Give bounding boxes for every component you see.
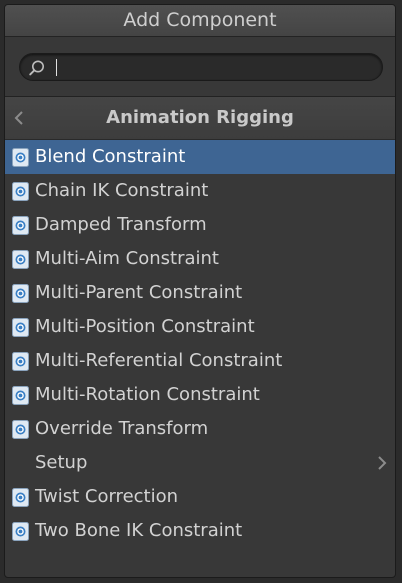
list-item-label: Multi-Position Constraint — [35, 316, 255, 337]
list-item[interactable]: Chain IK Constraint — [5, 174, 395, 208]
search-field[interactable] — [19, 53, 383, 81]
search-area — [5, 37, 395, 97]
category-title: Animation Rigging — [106, 107, 294, 128]
list-item[interactable]: Multi-Aim Constraint — [5, 242, 395, 276]
list-item-label: Multi-Aim Constraint — [35, 248, 219, 269]
script-icon — [12, 522, 29, 541]
script-icon — [12, 148, 29, 167]
list-item[interactable]: Twist Correction — [5, 480, 395, 514]
script-icon — [12, 352, 29, 371]
list-item-label: Two Bone IK Constraint — [35, 520, 243, 541]
list-item-label: Chain IK Constraint — [35, 180, 209, 201]
list-item-label: Override Transform — [35, 418, 209, 439]
script-icon — [12, 250, 29, 269]
list-item[interactable]: Multi-Parent Constraint — [5, 276, 395, 310]
list-item[interactable]: Override Transform — [5, 412, 395, 446]
list-item[interactable]: Blend Constraint — [5, 140, 395, 174]
script-icon — [12, 386, 29, 405]
list-item[interactable]: Multi-Position Constraint — [5, 310, 395, 344]
list-item[interactable]: Two Bone IK Constraint — [5, 514, 395, 548]
chevron-right-icon — [378, 456, 387, 470]
list-item-label: Multi-Referential Constraint — [35, 350, 283, 371]
list-item-label: Multi-Rotation Constraint — [35, 384, 260, 405]
list-item[interactable]: Multi-Rotation Constraint — [5, 378, 395, 412]
list-item-label: Blend Constraint — [35, 146, 186, 167]
search-icon — [29, 60, 44, 76]
category-header: Animation Rigging — [5, 97, 395, 140]
script-icon — [12, 318, 29, 337]
list-item[interactable]: Multi-Referential Constraint — [5, 344, 395, 378]
list-item[interactable]: Damped Transform — [5, 208, 395, 242]
script-icon — [12, 216, 29, 235]
list-item-label: Setup — [35, 452, 88, 473]
text-caret — [56, 59, 57, 76]
list-item-label: Twist Correction — [35, 486, 179, 507]
list-item-label: Multi-Parent Constraint — [35, 282, 243, 303]
add-component-panel: Add Component Animation Rigging Blend Co… — [4, 4, 396, 578]
list-item-label: Damped Transform — [35, 214, 207, 235]
script-icon — [12, 182, 29, 201]
component-list: Blend Constraint Chain IK Constraint Dam… — [5, 140, 395, 548]
script-icon — [12, 284, 29, 303]
script-icon — [12, 488, 29, 507]
search-input[interactable] — [54, 57, 374, 77]
panel-title: Add Component — [5, 5, 395, 37]
script-icon — [12, 420, 29, 439]
list-item-setup[interactable]: Setup — [5, 446, 395, 480]
